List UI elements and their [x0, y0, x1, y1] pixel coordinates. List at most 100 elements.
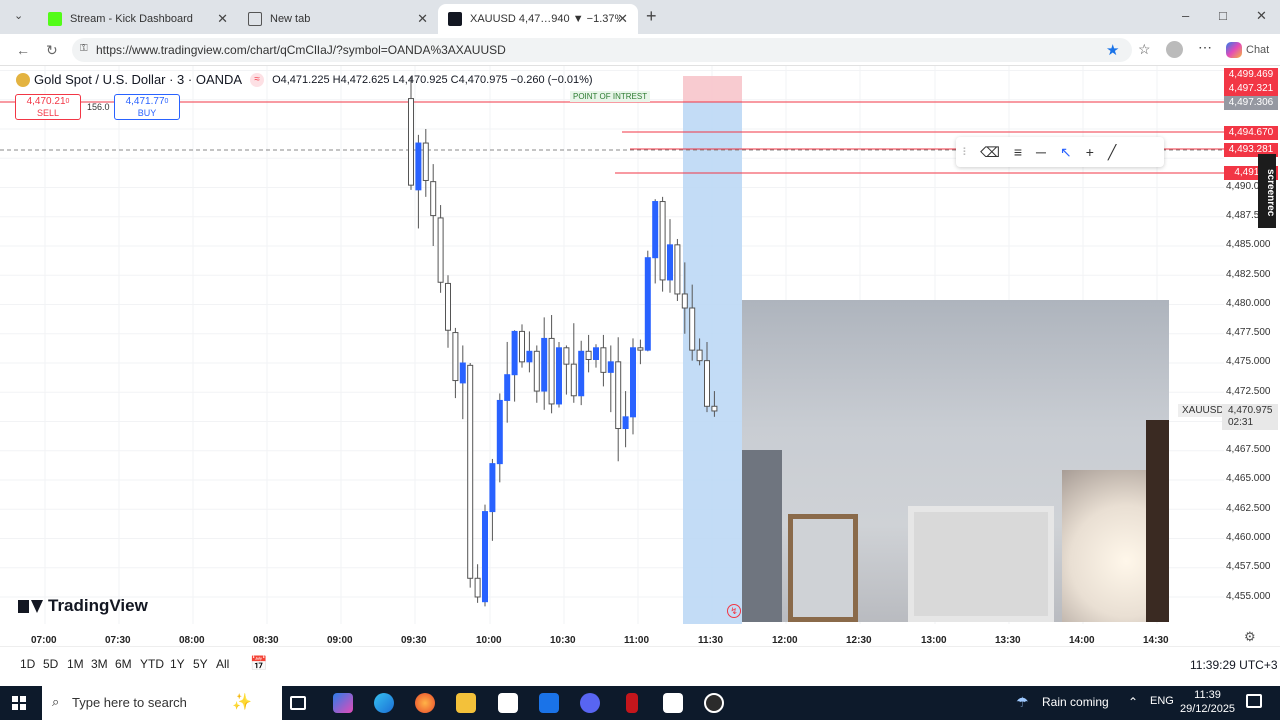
minimize-icon[interactable]: –	[1182, 8, 1189, 23]
price-axis-label: 4,455.000	[1226, 591, 1271, 602]
range-button-3m[interactable]: 3M	[91, 657, 108, 671]
edge-icon[interactable]	[374, 693, 394, 713]
candles	[408, 76, 718, 607]
replay-icon[interactable]: ↯	[727, 604, 741, 618]
date-range-icon[interactable]: 📅	[250, 655, 267, 672]
crosshair-icon[interactable]: +	[1086, 144, 1094, 160]
candle	[667, 219, 673, 293]
range-button-all[interactable]: All	[216, 657, 229, 671]
store-icon[interactable]	[498, 693, 518, 713]
candle	[408, 76, 414, 190]
candle-body	[526, 350, 533, 363]
kick-icon	[48, 12, 62, 26]
range-button-1d[interactable]: 1D	[20, 657, 35, 671]
symbol-header[interactable]: Gold Spot / U.S. Dollar · 3 · OANDA ≈ O4…	[16, 72, 593, 87]
candle	[452, 327, 459, 399]
line-style-icon[interactable]: ≡	[1014, 144, 1022, 160]
buy-button[interactable]: 4,471.770 BUY	[114, 94, 180, 120]
chart-settings-icon[interactable]: ⚙	[1244, 629, 1256, 645]
capcut-icon[interactable]	[663, 693, 683, 713]
sell-price: 4,470.21	[26, 96, 66, 107]
tray-chevron-icon[interactable]: ⌃	[1128, 695, 1138, 709]
url-field[interactable]: ⚿ https://www.tradingview.com/chart/qCmC…	[72, 38, 1132, 62]
ohlc-values: O4,471.225 H4,472.625 L4,470.925 C4,470.…	[272, 73, 593, 86]
candle	[585, 334, 592, 373]
last-price-box: 4,470.975 02:31	[1222, 404, 1278, 430]
url-text: https://www.tradingview.com/chart/qCmClI…	[96, 43, 506, 57]
range-button-5d[interactable]: 5D	[43, 657, 58, 671]
chart-area[interactable]: Gold Spot / U.S. Dollar · 3 · OANDA ≈ O4…	[0, 66, 1280, 646]
point-of-interest-label[interactable]: POINT OF INTREST	[570, 91, 651, 102]
price-axis-label: 4,465.000	[1226, 473, 1271, 484]
app-red-icon[interactable]	[626, 693, 638, 713]
task-view-icon[interactable]	[290, 696, 306, 710]
sell-button[interactable]: 4,470.210 SELL	[15, 94, 81, 120]
candle	[526, 331, 533, 373]
language-indicator[interactable]: ENG	[1150, 695, 1174, 707]
candle	[541, 317, 548, 410]
close-icon[interactable]: ✕	[617, 11, 628, 27]
search-highlight-icon: ✨	[232, 694, 252, 711]
range-button-1y[interactable]: 1Y	[170, 657, 185, 671]
time-axis-label: 11:30	[698, 635, 724, 646]
maximize-icon[interactable]: □	[1219, 8, 1227, 23]
weather-icon[interactable]: ☂	[1016, 694, 1029, 711]
time-axis-label: 12:30	[846, 635, 872, 646]
copilot-chat-button[interactable]: Chat	[1226, 42, 1269, 58]
search-placeholder: Type here to search	[72, 695, 187, 710]
new-tab-button[interactable]: +	[646, 6, 657, 27]
taskbar-search-field[interactable]: ⌕ Type here to search ✨	[42, 686, 282, 720]
close-window-icon[interactable]: ✕	[1256, 8, 1267, 24]
profile-avatar[interactable]	[1166, 41, 1183, 58]
file-explorer-icon[interactable]	[456, 693, 476, 713]
discord-icon[interactable]	[580, 693, 600, 713]
range-button-ytd[interactable]: YTD	[140, 657, 164, 671]
tab-new[interactable]: New tab ✕	[238, 4, 438, 34]
time-axis-label: 14:00	[1069, 635, 1095, 646]
candle-body	[437, 217, 444, 283]
webcam-overlay	[742, 300, 1169, 622]
candle	[459, 345, 466, 420]
outlook-icon[interactable]	[539, 693, 559, 713]
tab-kick[interactable]: Stream - Kick Dashboard ✕	[38, 4, 238, 34]
windows-start-icon[interactable]	[12, 696, 26, 710]
range-button-6m[interactable]: 6M	[115, 657, 132, 671]
screenrec-badge: screenrec	[1258, 154, 1276, 228]
time-axis-label: 12:00	[772, 635, 798, 646]
favorites-icon[interactable]: ☆	[1138, 41, 1151, 58]
drag-handle-icon[interactable]: ⠇	[962, 146, 970, 159]
candle	[533, 345, 540, 403]
cursor-icon[interactable]: ↖	[1060, 144, 1072, 161]
favorite-star-icon[interactable]: ★	[1106, 41, 1119, 59]
countdown: 02:31	[1228, 417, 1254, 428]
eraser-icon[interactable]: ⌫	[980, 144, 1000, 161]
system-clock[interactable]: 11:39 29/12/2025	[1180, 688, 1235, 716]
candle	[437, 205, 444, 293]
more-icon[interactable]: ⋯	[1198, 39, 1212, 56]
range-button-1m[interactable]: 1M	[67, 657, 84, 671]
back-icon[interactable]: ←	[16, 42, 30, 58]
obs-icon[interactable]	[704, 693, 724, 713]
time-axis-label: 07:30	[105, 635, 131, 646]
close-icon[interactable]: ✕	[417, 11, 428, 27]
close-icon[interactable]: ✕	[217, 11, 228, 27]
candle	[430, 164, 437, 246]
price-label: 4,497.306	[1224, 96, 1278, 110]
range-button-5y[interactable]: 5Y	[193, 657, 208, 671]
site-info-icon[interactable]: ⚿	[80, 43, 88, 54]
candle-body	[637, 347, 644, 351]
copilot-taskbar-icon[interactable]	[333, 693, 353, 713]
weather-text[interactable]: Rain coming	[1042, 695, 1109, 709]
tab-tradingview[interactable]: XAUUSD 4,47…940 ▼ −1.37% Unn ✕	[438, 4, 638, 34]
tab-list-icon[interactable]: ⌄	[14, 9, 23, 22]
sell-price-sup: 0	[65, 98, 70, 105]
candle-body	[474, 577, 481, 598]
clock-text[interactable]: 11:39:29 UTC+3	[1190, 658, 1278, 672]
time-axis-label: 08:00	[179, 635, 205, 646]
candle	[519, 324, 525, 368]
notification-icon[interactable]	[1246, 694, 1262, 708]
trendline-icon[interactable]: ╱	[1108, 144, 1116, 161]
refresh-icon[interactable]: ↻	[46, 42, 58, 59]
firefox-icon[interactable]	[415, 693, 435, 713]
line-width-icon[interactable]: ─	[1036, 144, 1046, 160]
